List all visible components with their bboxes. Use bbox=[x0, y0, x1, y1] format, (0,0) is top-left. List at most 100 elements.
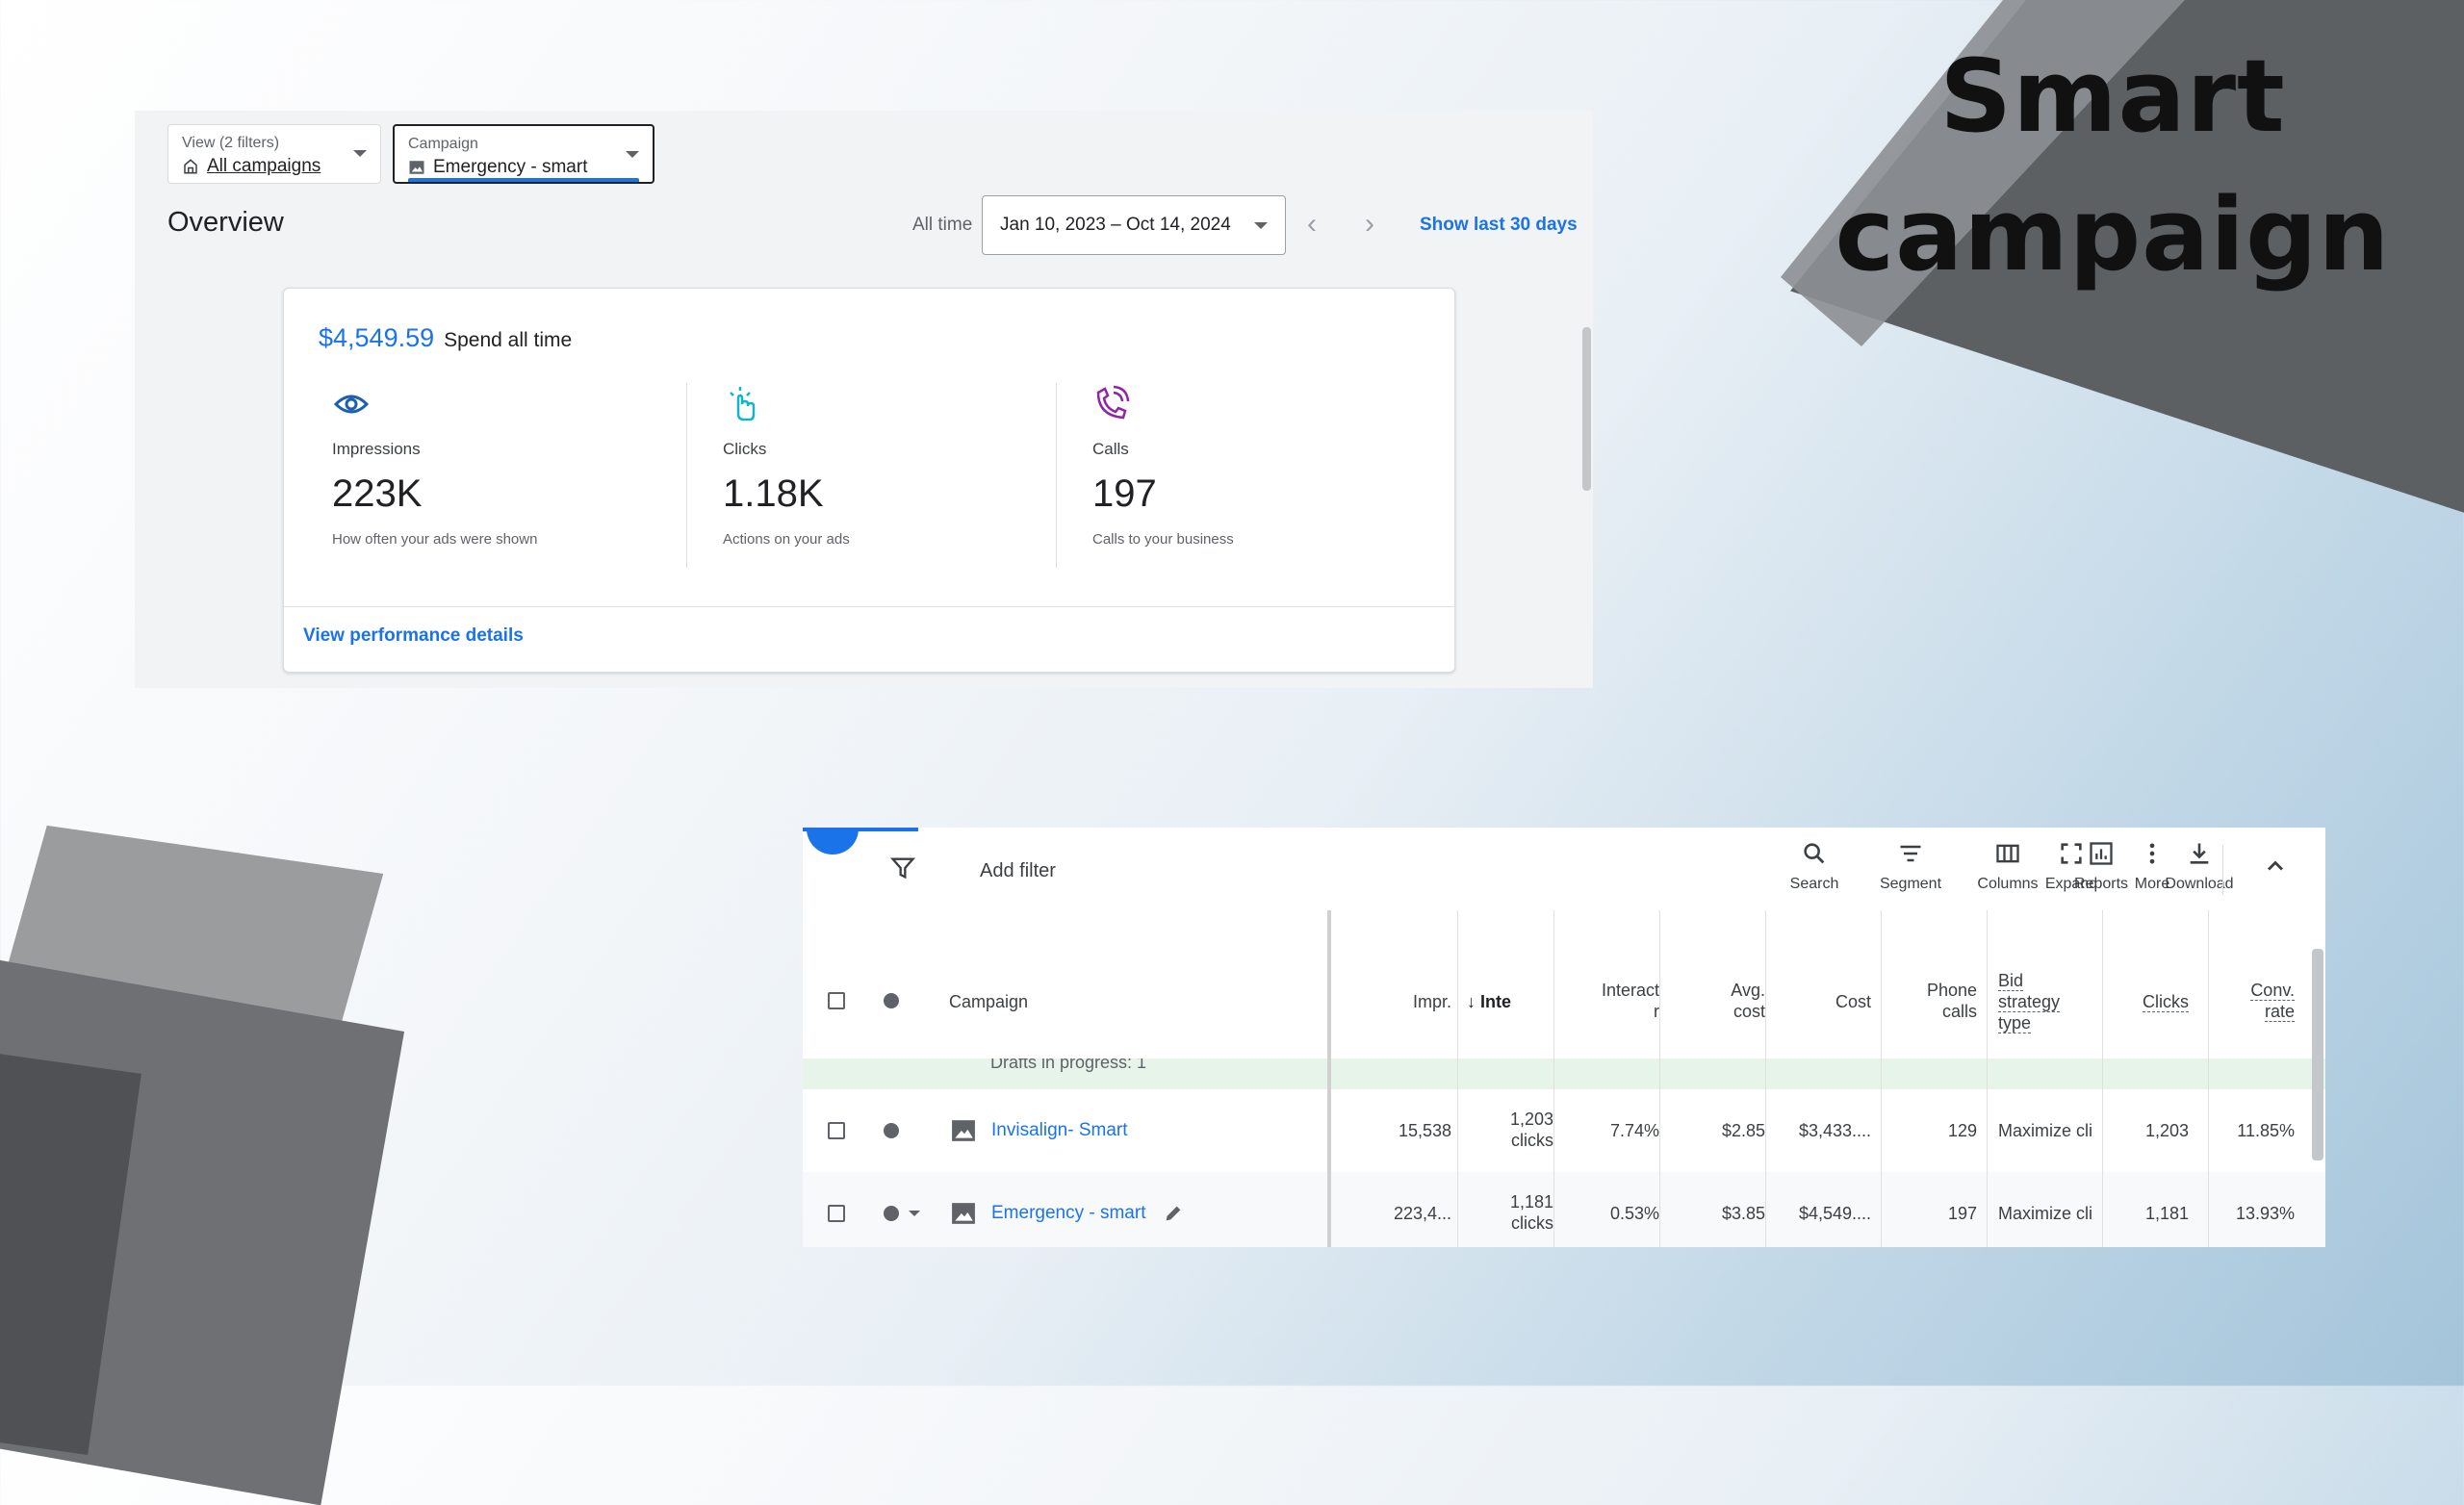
cell-impressions: 223,4... bbox=[1393, 1204, 1451, 1223]
tool-label: Expand bbox=[2044, 876, 2098, 892]
chevron-up-icon[interactable] bbox=[2262, 853, 2289, 880]
row-checkbox[interactable] bbox=[828, 1205, 845, 1222]
cell-cost: $3,433.... bbox=[1798, 1121, 1871, 1140]
sort-down-icon: ↓ bbox=[1467, 992, 1481, 1011]
cell-clicks: 1,203 bbox=[2144, 1121, 2189, 1140]
column-divider bbox=[2102, 910, 2103, 1247]
header-bid-strategy-type[interactable]: Bid strategy type bbox=[1998, 970, 2061, 1033]
header-line: Clicks bbox=[2143, 992, 2189, 1012]
view-filter-caption: View (2 filters) bbox=[182, 135, 280, 151]
header-campaign[interactable]: Campaign bbox=[949, 991, 1028, 1012]
view-filter-value: All campaigns bbox=[207, 156, 321, 176]
row-checkbox[interactable] bbox=[828, 1122, 845, 1139]
eye-icon bbox=[333, 395, 370, 414]
cell-line: clicks bbox=[1511, 1131, 1553, 1150]
cell-interaction-rate: 7.74% bbox=[1609, 1121, 1659, 1140]
cell-bid-strategy: Maximize cli bbox=[1998, 1204, 2093, 1223]
summary-card: $4,549.59 Spend all time Impressions 223… bbox=[283, 288, 1455, 673]
header-line: Avg. bbox=[1731, 981, 1765, 1000]
add-filter-button[interactable]: Add filter bbox=[980, 860, 1056, 882]
header-line: Bid bbox=[1998, 971, 2024, 991]
campaign-filter-dropdown[interactable]: Campaign Emergency - smart bbox=[393, 124, 654, 184]
campaigns-table: Campaign Impr. ↓ Inte Interact r Avg. co… bbox=[803, 910, 2325, 1247]
show-last-30-days-link[interactable]: Show last 30 days bbox=[1420, 215, 1578, 236]
metric-description: Calls to your business bbox=[1092, 531, 1234, 548]
header-interaction-rate[interactable]: Interact r bbox=[1553, 980, 1659, 1022]
table-row[interactable]: Invisalign- Smart 15,538 1,203 clicks 7.… bbox=[803, 1089, 2325, 1173]
cell-bid-strategy: Maximize cli bbox=[1998, 1121, 2093, 1140]
previous-period-icon[interactable]: ‹ bbox=[1307, 207, 1317, 242]
campaign-filter-caption: Campaign bbox=[408, 136, 478, 152]
header-cost[interactable]: Cost bbox=[1765, 991, 1871, 1012]
toolbar-right-group: Expand More bbox=[1290, 828, 2325, 914]
toolbar-accent-bar bbox=[803, 828, 918, 831]
view-performance-details-link[interactable]: View performance details bbox=[303, 625, 524, 647]
cell-phone-calls: 129 bbox=[1947, 1121, 1977, 1140]
metric-label: Impressions bbox=[332, 440, 421, 458]
header-line: calls bbox=[1941, 1002, 1977, 1021]
more-vert-icon bbox=[2149, 843, 2155, 864]
header-line: cost bbox=[1732, 1002, 1765, 1021]
filter-icon[interactable] bbox=[889, 855, 916, 881]
select-all-checkbox[interactable] bbox=[828, 992, 845, 1009]
metric-clicks: Clicks 1.18K Actions on your ads bbox=[723, 385, 1069, 568]
image-icon bbox=[952, 1203, 975, 1224]
header-phone-calls[interactable]: Phone calls bbox=[1871, 980, 1977, 1022]
edit-pencil-icon[interactable] bbox=[1163, 1203, 1184, 1224]
drafts-text: Drafts in progress: 1 bbox=[990, 1059, 1147, 1072]
metric-label: Calls bbox=[1092, 440, 1129, 458]
tool-label: More bbox=[2134, 876, 2170, 892]
date-range-value: Jan 10, 2023 – Oct 14, 2024 bbox=[1000, 215, 1231, 235]
next-period-icon[interactable]: › bbox=[1365, 207, 1374, 242]
header-line: strategy bbox=[1998, 992, 2061, 1012]
slide-title: Smart campaign bbox=[1805, 27, 2421, 304]
view-filter-dropdown[interactable]: View (2 filters) All campaigns bbox=[167, 124, 381, 184]
home-icon bbox=[184, 159, 197, 174]
table-row[interactable]: Emergency - smart 223,4... 1,181 clicks … bbox=[803, 1172, 2325, 1247]
chevron-down-icon bbox=[1254, 222, 1268, 229]
column-divider bbox=[1659, 910, 1660, 1247]
metric-divider bbox=[686, 383, 687, 568]
card-footer-divider bbox=[284, 606, 1454, 607]
cell-interactions: 1,203 clicks bbox=[1457, 1109, 1553, 1151]
campaign-name-link[interactable]: Emergency - smart bbox=[991, 1203, 1145, 1224]
expand-tool-button[interactable]: Expand bbox=[2028, 837, 2115, 893]
cell-interactions: 1,181 clicks bbox=[1457, 1191, 1553, 1234]
paused-status-icon[interactable] bbox=[884, 1206, 899, 1221]
cell-line: 1,181 bbox=[1509, 1192, 1553, 1212]
header-conv-rate[interactable]: Conv. rate bbox=[2198, 980, 2295, 1022]
drafts-banner[interactable]: Drafts in progress: 1 bbox=[803, 1059, 2325, 1089]
header-interactions[interactable]: ↓ Inte bbox=[1467, 991, 1511, 1012]
header-line: rate bbox=[2264, 1002, 2295, 1022]
add-fab-button[interactable] bbox=[807, 828, 859, 855]
cell-clicks: 1,181 bbox=[2144, 1204, 2189, 1223]
chevron-down-icon bbox=[626, 151, 639, 158]
cell-avg-cost: $3.85 bbox=[1721, 1204, 1765, 1223]
campaign-name-link[interactable]: Invisalign- Smart bbox=[991, 1120, 1128, 1141]
header-impressions[interactable]: Impr. bbox=[1338, 991, 1451, 1012]
paused-status-icon[interactable] bbox=[884, 1123, 899, 1138]
metric-description: How often your ads were shown bbox=[332, 531, 538, 548]
table-scrollbar[interactable] bbox=[2312, 949, 2323, 1161]
image-icon bbox=[952, 1120, 975, 1141]
metric-description: Actions on your ads bbox=[723, 531, 850, 548]
chevron-down-icon[interactable] bbox=[909, 1211, 920, 1216]
metric-impressions: Impressions 223K How often your ads were… bbox=[332, 385, 679, 568]
date-range-picker[interactable]: Jan 10, 2023 – Oct 14, 2024 bbox=[982, 195, 1286, 255]
spend-summary: $4,549.59 Spend all time bbox=[319, 323, 572, 353]
cell-phone-calls: 197 bbox=[1947, 1204, 1977, 1223]
toolbar-separator bbox=[2222, 845, 2223, 895]
overview-screenshot: View (2 filters) All campaigns Campaign … bbox=[135, 111, 1593, 688]
column-divider bbox=[1881, 910, 1882, 1247]
column-divider bbox=[1457, 910, 1458, 1247]
header-line: Interact bbox=[1601, 981, 1659, 1000]
pointer-click-icon bbox=[730, 387, 756, 421]
header-line: Conv. bbox=[2250, 981, 2295, 1001]
header-avg-cost[interactable]: Avg. cost bbox=[1659, 980, 1765, 1022]
frozen-column-divider[interactable] bbox=[1327, 910, 1331, 1247]
all-time-label: All time bbox=[912, 215, 973, 235]
spend-label: Spend all time bbox=[444, 329, 573, 351]
header-clicks[interactable]: Clicks bbox=[2102, 991, 2189, 1012]
overview-scrollbar[interactable] bbox=[1582, 327, 1591, 491]
more-tool-button[interactable]: More bbox=[2109, 837, 2195, 893]
